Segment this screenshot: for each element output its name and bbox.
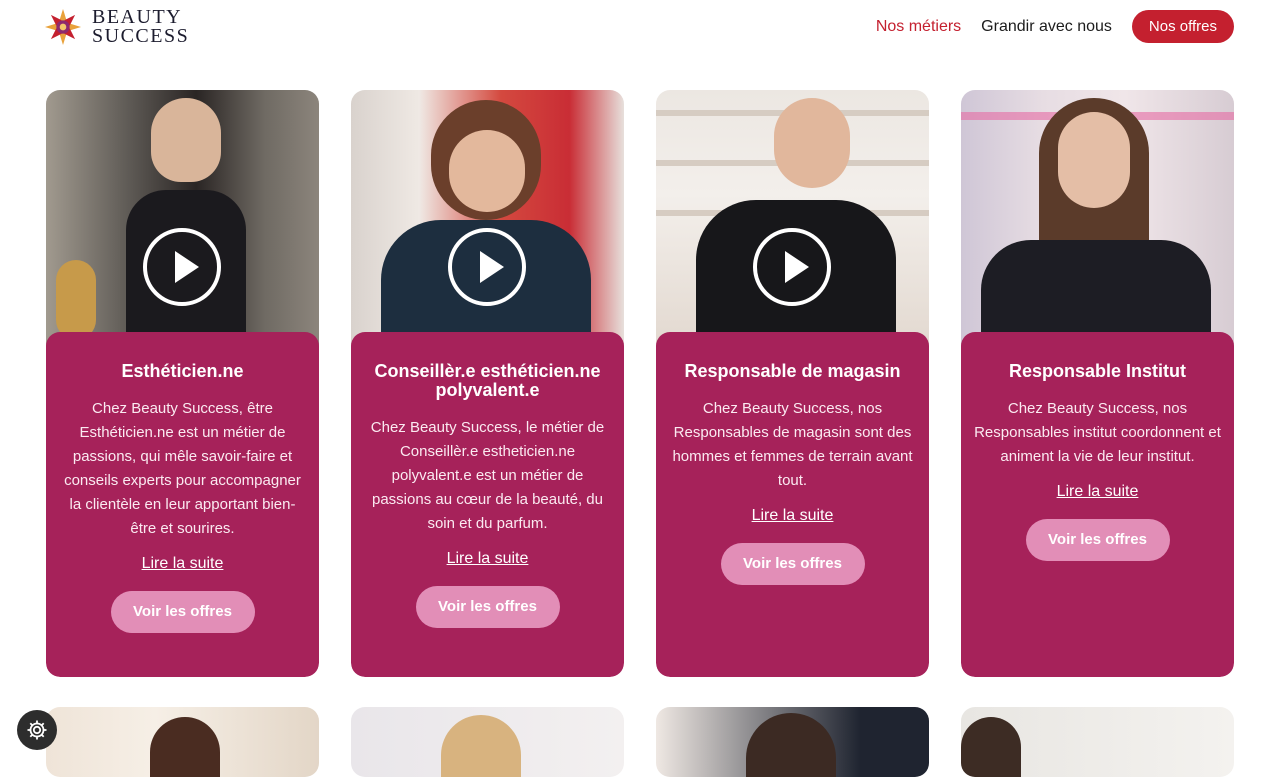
job-video-thumbnail[interactable] bbox=[656, 90, 929, 352]
read-more-link[interactable]: Lire la suite bbox=[1057, 483, 1139, 501]
see-offers-button[interactable]: Voir les offres bbox=[1025, 519, 1170, 561]
job-description: Chez Beauty Success, le métier de Consei… bbox=[370, 419, 605, 532]
job-card-partial bbox=[656, 707, 929, 777]
job-card: Esthéticien.ne Chez Beauty Success, être… bbox=[46, 90, 319, 677]
read-more-link[interactable]: Lire la suite bbox=[142, 555, 224, 573]
play-icon[interactable] bbox=[753, 228, 831, 306]
job-card: Responsable Institut Chez Beauty Success… bbox=[961, 90, 1234, 677]
nav-nos-metiers[interactable]: Nos métiers bbox=[876, 18, 961, 36]
gear-icon bbox=[27, 720, 47, 740]
flower-logo-icon bbox=[44, 8, 82, 46]
read-more-link[interactable]: Lire la suite bbox=[447, 550, 529, 568]
job-video-thumbnail[interactable] bbox=[351, 90, 624, 352]
job-title: Conseillèr.e esthéticien.ne polyvalent.e bbox=[374, 361, 601, 400]
job-title: Responsable Institut bbox=[1008, 361, 1187, 381]
play-icon[interactable] bbox=[448, 228, 526, 306]
nav-nos-offres-button[interactable]: Nos offres bbox=[1131, 10, 1234, 43]
job-card: Conseillèr.e esthéticien.ne polyvalent.e… bbox=[351, 90, 624, 677]
nav-grandir-avec-nous[interactable]: Grandir avec nous bbox=[981, 18, 1112, 36]
job-card-panel: Esthéticien.ne Chez Beauty Success, être… bbox=[46, 332, 319, 677]
job-title: Esthéticien.ne bbox=[121, 361, 244, 381]
job-video-thumbnail[interactable] bbox=[46, 90, 319, 352]
read-more-link[interactable]: Lire la suite bbox=[752, 507, 834, 525]
brand-name: BEAUTY SUCCESS bbox=[92, 7, 190, 47]
job-card-partial bbox=[46, 707, 319, 777]
see-offers-button[interactable]: Voir les offres bbox=[110, 591, 255, 633]
job-photo bbox=[961, 90, 1234, 352]
play-icon[interactable] bbox=[143, 228, 221, 306]
job-card-panel: Responsable Institut Chez Beauty Success… bbox=[961, 332, 1234, 677]
job-card-partial bbox=[351, 707, 624, 777]
job-card-partial bbox=[961, 707, 1234, 777]
job-card-panel: Conseillèr.e esthéticien.ne polyvalent.e… bbox=[351, 332, 624, 677]
see-offers-button[interactable]: Voir les offres bbox=[720, 543, 865, 585]
job-card: Responsable de magasin Chez Beauty Succe… bbox=[656, 90, 929, 677]
brand-logo[interactable]: BEAUTY SUCCESS bbox=[44, 7, 190, 47]
cookie-settings-button[interactable] bbox=[17, 710, 57, 750]
job-title: Responsable de magasin bbox=[684, 361, 901, 381]
job-description: Chez Beauty Success, nos Responsables in… bbox=[974, 400, 1221, 465]
brand-line2: SUCCESS bbox=[92, 25, 190, 47]
job-description: Chez Beauty Success, être Esthéticien.ne… bbox=[64, 400, 301, 537]
see-offers-button[interactable]: Voir les offres bbox=[415, 586, 560, 628]
job-card-panel: Responsable de magasin Chez Beauty Succe… bbox=[656, 332, 929, 677]
main-nav: Nos métiers Grandir avec nous Nos offres bbox=[856, 10, 1234, 43]
site-header: BEAUTY SUCCESS Nos métiers Grandir avec … bbox=[0, 0, 1279, 60]
job-description: Chez Beauty Success, nos Responsables de… bbox=[672, 400, 913, 489]
